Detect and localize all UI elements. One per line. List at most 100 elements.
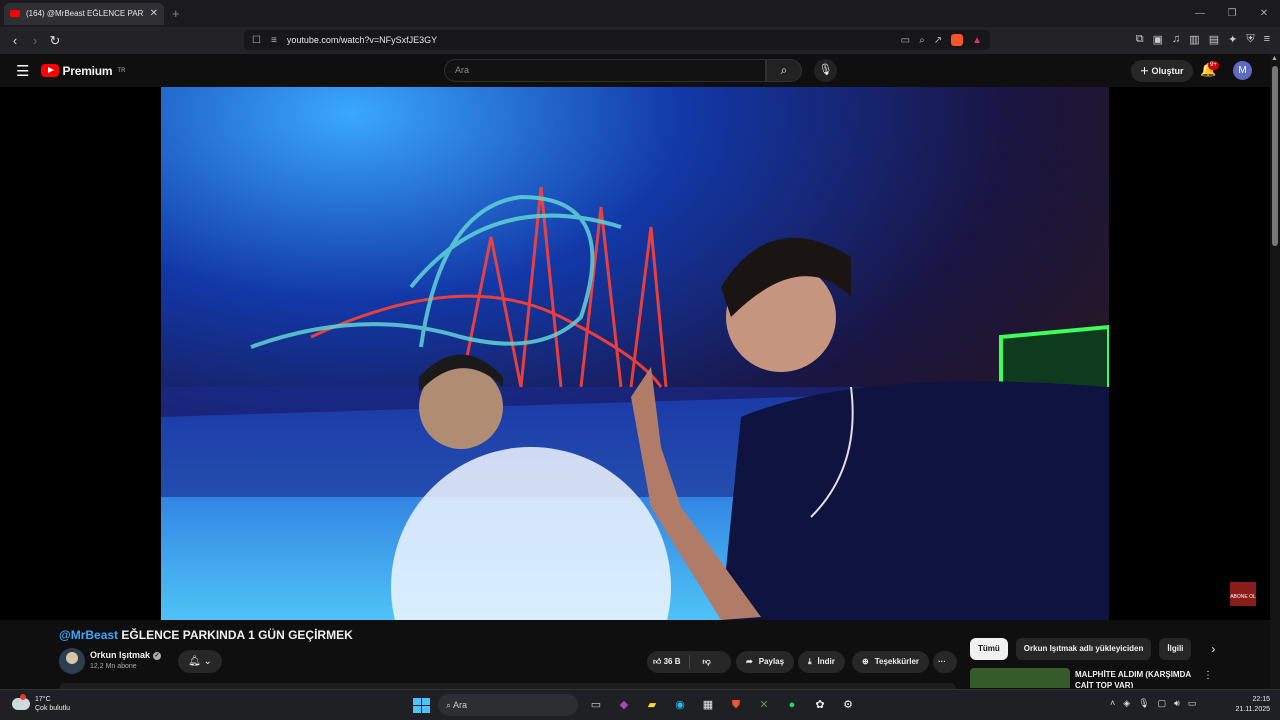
spotify-icon[interactable]: ● <box>782 695 802 715</box>
share-icon[interactable]: ↗ <box>934 35 942 46</box>
thanks-button[interactable]: ⊕ Teşekkürler <box>852 651 930 673</box>
subscribe-watermark[interactable]: ABONE OL <box>1230 582 1256 606</box>
vpn-icon[interactable]: ⛨ <box>1246 33 1254 46</box>
minimize-icon[interactable]: — <box>1184 0 1216 27</box>
video-title: @MrBeast EĞLENCE PARKINDA 1 GÜN GEÇİRMEK <box>59 628 353 642</box>
tab-title: (164) @MrBeast EĞLENCE PARKI... <box>26 9 144 18</box>
search-icon: ⌕ <box>780 63 788 77</box>
forward-icon[interactable]: › <box>25 33 45 48</box>
sidebar-icon[interactable]: ▥ <box>1189 33 1199 46</box>
settings-gear-icon[interactable]: ⚙ <box>838 695 858 715</box>
hamburger-menu-icon[interactable]: ☰ <box>16 62 29 80</box>
edge-browser-icon[interactable]: ◉ <box>670 695 690 715</box>
task-view-icon[interactable]: ▭ <box>586 695 606 715</box>
windows-taskbar: 17°C Çok bulutlu ⌕ Ara ▭ ◆ ▰ ◉ ▦ ⛊ ✕ ● ✿ … <box>0 689 1280 720</box>
chip-all[interactable]: Tümü <box>970 638 1008 660</box>
more-dots-icon: ··· <box>938 657 946 666</box>
weather-widget[interactable]: 17°C Çok bulutlu <box>12 694 71 713</box>
taskbar-search[interactable]: ⌕ Ara <box>438 694 578 716</box>
super-thanks-icon: ⊕ <box>862 657 869 666</box>
site-info-icon[interactable]: ≡ <box>271 35 277 46</box>
extensions-toolbar: ⧉ ▣ ♫ ▥ ▤ ✦ ⛨ ≡ <box>1136 33 1270 46</box>
reload-icon[interactable]: ↻ <box>45 33 65 49</box>
network-icon[interactable]: ▢ <box>1158 698 1167 709</box>
cast-icon[interactable]: ▭ <box>901 35 910 46</box>
chevron-right-icon[interactable]: › <box>1211 642 1215 656</box>
video-player[interactable] <box>0 87 1270 620</box>
download-label: İndir <box>817 657 835 666</box>
channel-avatar[interactable] <box>59 648 85 674</box>
menu-icon[interactable]: ≡ <box>1264 33 1270 46</box>
recommended-video-thumbnail[interactable] <box>970 668 1070 688</box>
chatgpt-icon[interactable]: ✿ <box>810 695 830 715</box>
system-tray: ˄ ◈ 🎙︎ ▢ 🔊︎ ▭ <box>1110 698 1196 709</box>
channel-name[interactable]: Orkun Işıtmak ✓ <box>90 650 162 660</box>
share-button[interactable]: ➦ Paylaş <box>736 651 795 673</box>
more-actions-button[interactable]: ··· <box>933 651 957 673</box>
verified-icon: ✓ <box>153 651 162 660</box>
download-button[interactable]: ⤓ İndir <box>798 651 845 673</box>
subscription-bell-button[interactable]: 🔔︎ ⌄ <box>178 650 222 673</box>
taskbar-clock[interactable]: 22:15 21.11.2025 <box>1228 695 1270 715</box>
url-text[interactable]: youtube.com/watch?v=NFySxfJE3GY <box>287 35 901 45</box>
dislike-button[interactable]: 👎︎ <box>696 651 711 673</box>
voice-search-button[interactable]: 🎙 <box>814 59 837 82</box>
close-window-icon[interactable]: ✕ <box>1248 0 1280 27</box>
extensions-icon[interactable]: ⧉ <box>1136 33 1144 46</box>
windows-start-icon[interactable] <box>410 695 430 715</box>
share-label: Paylaş <box>758 657 785 666</box>
brave-shields-icon[interactable] <box>951 34 964 46</box>
page-scrollbar[interactable]: ▲ <box>1270 54 1280 696</box>
channel-name-text: Orkun Işıtmak <box>90 650 151 660</box>
restore-icon[interactable]: ❐ <box>1216 0 1248 27</box>
bell-icon: 🔔︎ <box>188 656 201 667</box>
scrollbar-thumb[interactable] <box>1272 66 1278 246</box>
scroll-up-icon[interactable]: ▲ <box>1271 55 1278 62</box>
logo-region: TR <box>117 67 126 74</box>
youtube-play-icon <box>41 64 60 77</box>
back-icon[interactable]: ‹ <box>5 33 25 48</box>
copilot-icon[interactable]: ◆ <box>614 695 634 715</box>
logo-text: Premium <box>62 63 113 78</box>
youtube-header: ☰ Premium TR Ara ⌕ 🎙 ＋ Oluştur 🔔 M <box>0 54 1270 87</box>
microsoft-store-icon[interactable]: ▦ <box>698 695 718 715</box>
search-button[interactable]: ⌕ <box>766 59 802 82</box>
chip-related[interactable]: İlgili <box>1159 638 1192 660</box>
title-mention-link[interactable]: @MrBeast <box>59 628 118 642</box>
address-bar[interactable]: ☐ ≡ youtube.com/watch?v=NFySxfJE3GY ▭ ⌕ … <box>244 30 990 50</box>
xbox-icon[interactable]: ✕ <box>754 695 774 715</box>
title-text: EĞLENCE PARKINDA 1 GÜN GEÇİRMEK <box>118 628 353 642</box>
wallet-icon[interactable]: ▤ <box>1209 33 1219 46</box>
battery-icon[interactable]: ▭ <box>1188 698 1197 709</box>
media-icon[interactable]: ♫ <box>1172 33 1180 46</box>
video-frame[interactable] <box>161 87 1109 620</box>
cloudy-weather-icon <box>12 694 30 710</box>
brave-rewards-icon[interactable]: ▲ <box>972 35 982 46</box>
browser-tab-bar: (164) @MrBeast EĞLENCE PARKI... ✕ + — ❐ … <box>0 0 1280 27</box>
avatar[interactable]: M <box>1233 61 1252 80</box>
brave-browser-icon[interactable]: ⛊ <box>726 695 746 715</box>
create-button[interactable]: ＋ Oluştur <box>1131 60 1193 82</box>
file-explorer-icon[interactable]: ▰ <box>642 695 662 715</box>
like-count: 36 B <box>663 657 681 666</box>
bookmark-icon[interactable]: ☐ <box>252 35 261 46</box>
volume-icon[interactable]: 🔊︎ <box>1174 698 1180 709</box>
like-button[interactable]: 👍︎ 36 B <box>647 655 690 669</box>
tab-close-icon[interactable]: ✕ <box>150 8 158 19</box>
youtube-premium-logo[interactable]: Premium TR <box>41 64 125 78</box>
related-chips: Tümü Orkun Işıtmak adlı yükleyiciden İlg… <box>970 638 1215 660</box>
chip-from-uploader[interactable]: Orkun Işıtmak adlı yükleyiciden <box>1015 638 1152 660</box>
weather-description: Çok bulutlu <box>35 705 71 712</box>
browser-tab[interactable]: (164) @MrBeast EĞLENCE PARKI... ✕ <box>4 2 164 25</box>
microphone-tray-icon[interactable]: 🎙︎ <box>1138 698 1149 709</box>
steam-icon[interactable]: ◈ <box>1123 698 1130 709</box>
thumbs-up-icon: 👍︎ <box>653 657 662 666</box>
new-tab-button[interactable]: + <box>172 6 180 21</box>
leo-ai-icon[interactable]: ✦ <box>1228 33 1237 46</box>
search-input[interactable]: Ara <box>444 59 766 82</box>
recommended-more-icon[interactable]: ⋮ <box>1203 670 1213 681</box>
zoom-icon[interactable]: ⌕ <box>919 35 925 46</box>
tray-overflow-icon[interactable]: ˄ <box>1110 698 1115 709</box>
recommended-video-title[interactable]: MALPHİTE ALDIM (KARŞIMDA ÇAİT TOP VAR) <box>1075 669 1200 688</box>
screenshot-icon[interactable]: ▣ <box>1153 33 1163 46</box>
